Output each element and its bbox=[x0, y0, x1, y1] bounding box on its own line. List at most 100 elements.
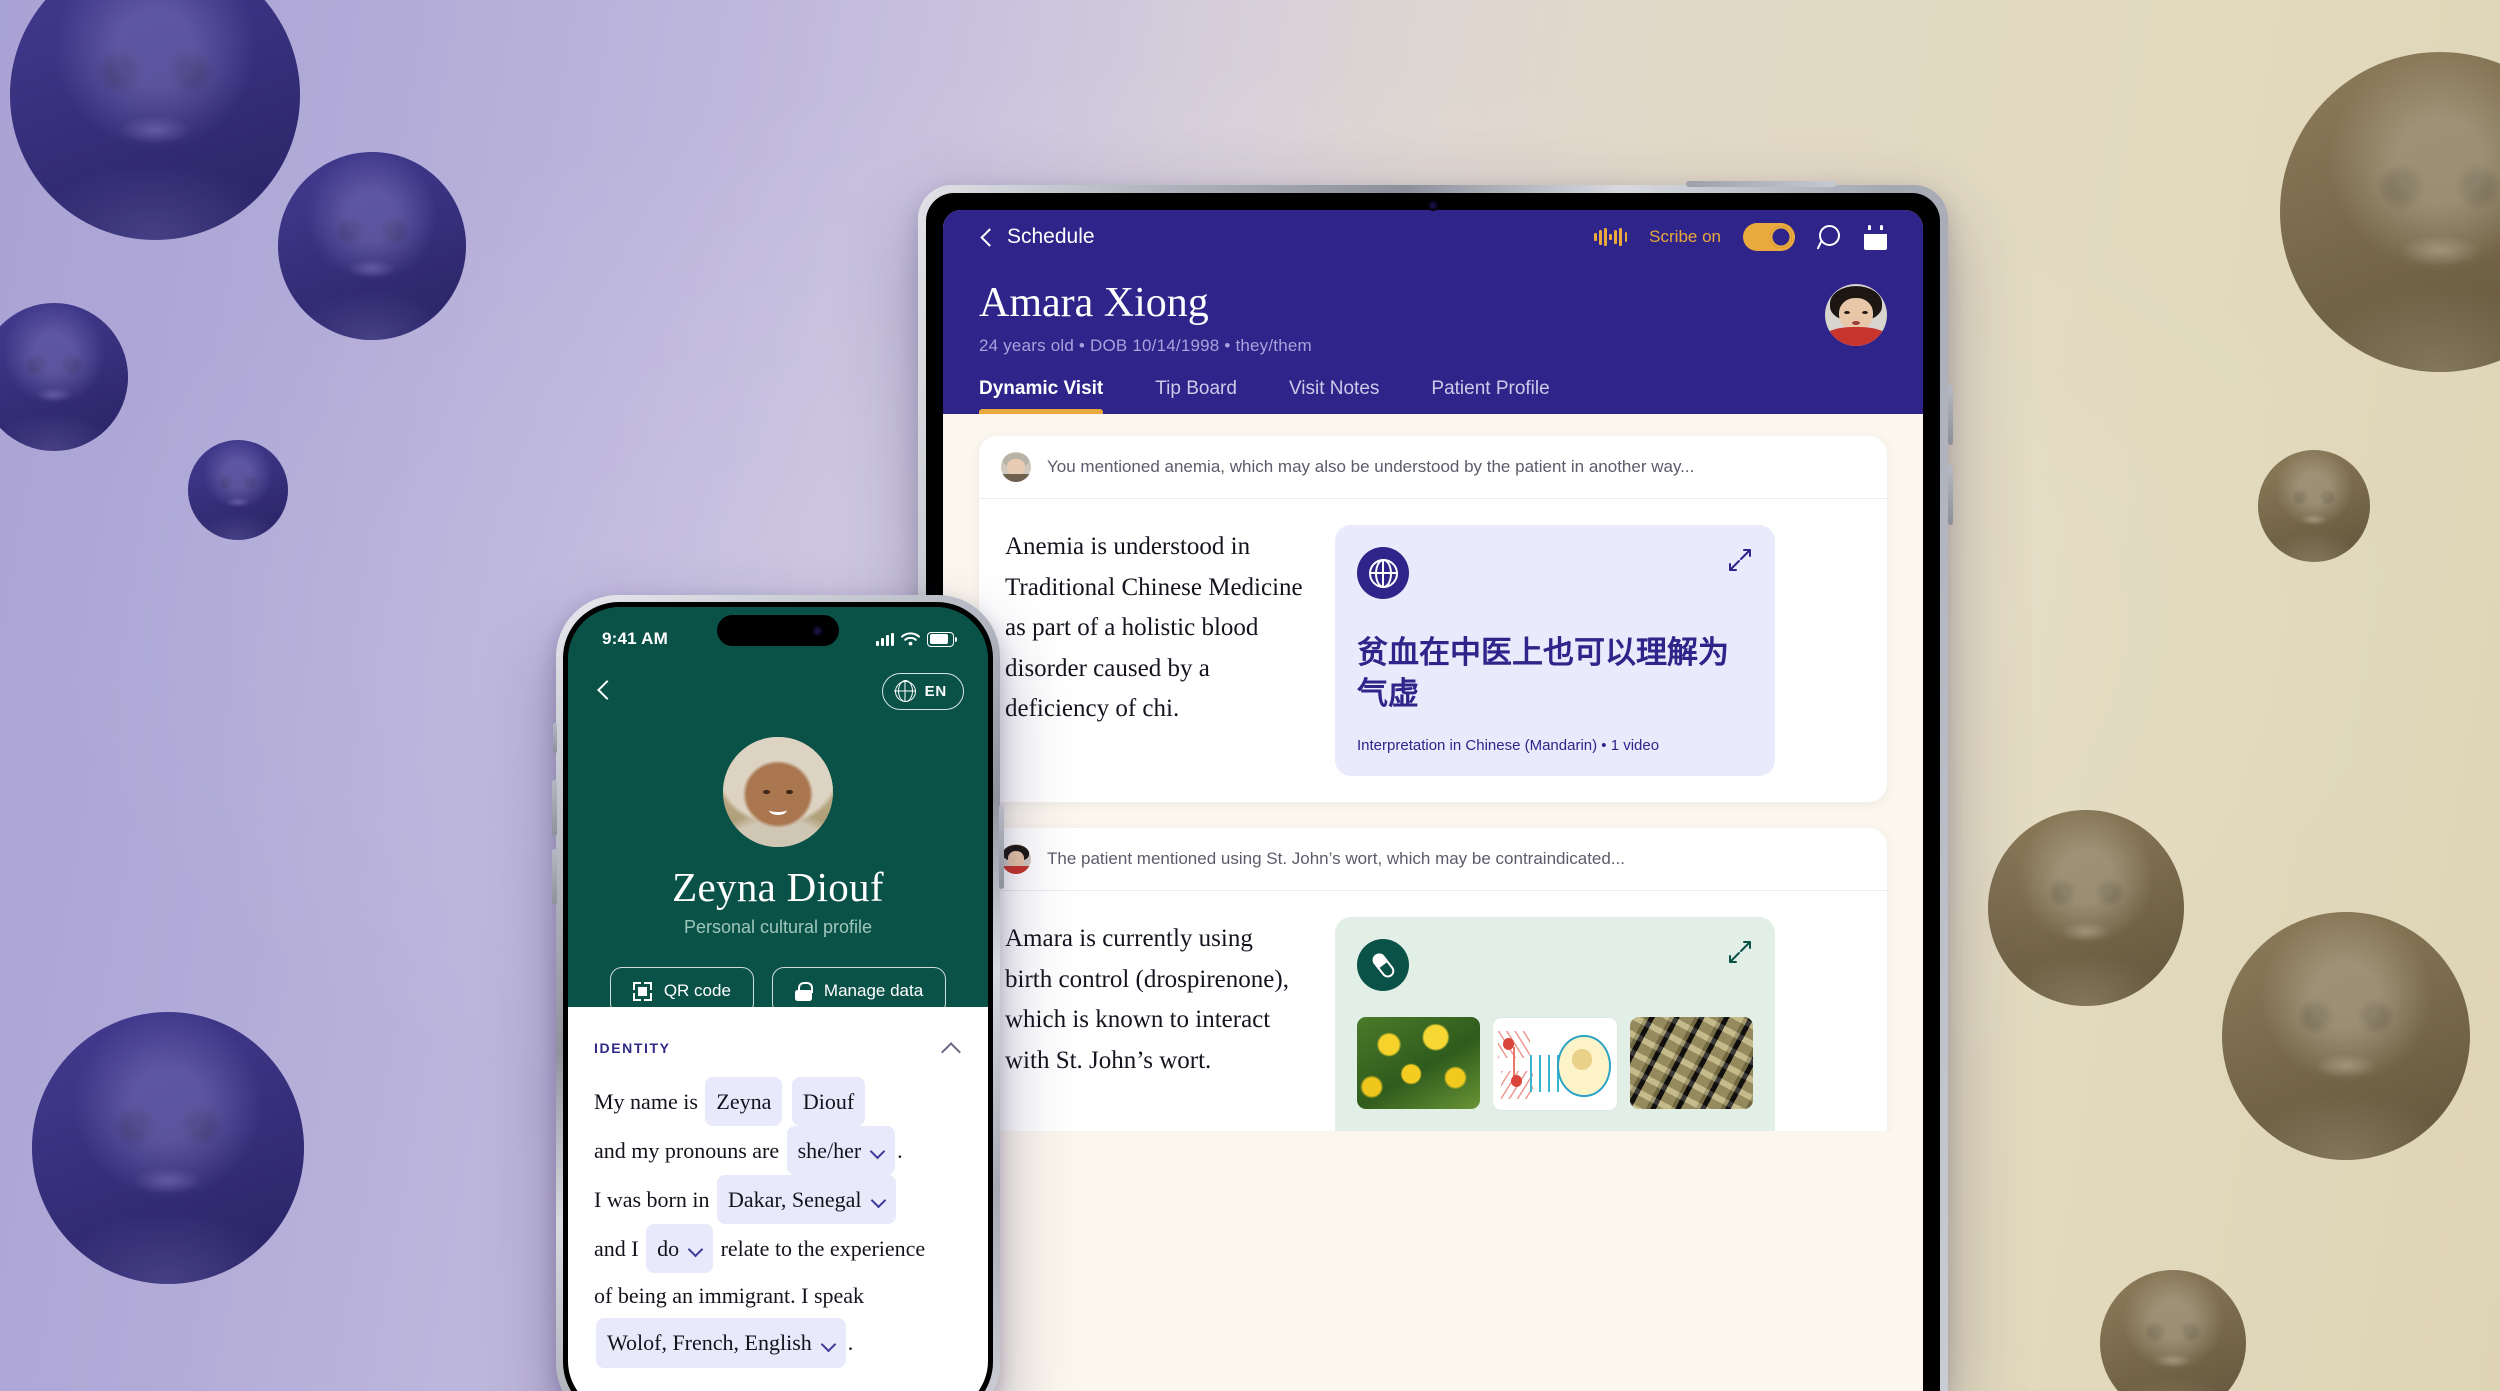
birthplace-prefix-label: I was born in bbox=[594, 1187, 710, 1213]
card-header-text: The patient mentioned using St. John’s w… bbox=[1047, 849, 1626, 868]
neuron-diagram-illustration[interactable] bbox=[1492, 1017, 1618, 1111]
background-portrait-patient-5 bbox=[1988, 810, 2184, 1006]
card-body: Amara is currently using birth control (… bbox=[979, 891, 1887, 1132]
lock-icon bbox=[794, 981, 813, 1001]
tablet-device: Schedule Scribe on Amara Xiong 24 years … bbox=[918, 181, 1953, 1391]
identity-sentence: My name is Zeyna Diouf and my pronouns a… bbox=[594, 1077, 962, 1368]
tablet-volume-down-button[interactable] bbox=[1948, 465, 1953, 525]
language-selector[interactable]: EN bbox=[881, 672, 964, 710]
clinician-avatar bbox=[1001, 452, 1031, 483]
languages-select[interactable]: Wolof, French, English bbox=[596, 1318, 846, 1368]
phone-top-bar: EN bbox=[568, 667, 988, 715]
tablet-volume-up-button[interactable] bbox=[1948, 385, 1953, 445]
translated-text: 贫血在中医上也可以理解为气虚 bbox=[1357, 635, 1729, 713]
language-code: EN bbox=[924, 682, 947, 700]
card-header-text: You mentioned anemia, which may also be … bbox=[1047, 457, 1695, 477]
scene: Schedule Scribe on Amara Xiong 24 years … bbox=[0, 0, 2500, 1391]
insight-card-st-johns-wort[interactable]: The patient mentioned using St. John’s w… bbox=[979, 828, 1887, 1132]
patient-meta: 24 years old • DOB 10/14/1998 • they/the… bbox=[979, 336, 1312, 356]
background-portrait-nurse-1 bbox=[2280, 52, 2500, 372]
tablet-screen: Schedule Scribe on Amara Xiong 24 years … bbox=[943, 210, 1923, 1391]
identity-section-header[interactable]: IDENTITY bbox=[594, 1037, 962, 1059]
tablet-power-button[interactable] bbox=[1686, 181, 1836, 187]
tab-tip-board[interactable]: Tip Board bbox=[1155, 378, 1237, 414]
chevron-left-icon bbox=[979, 229, 995, 245]
background-portrait-clinician-4 bbox=[2100, 1270, 2246, 1391]
background-portrait-patient-2 bbox=[188, 440, 288, 540]
chevron-up-icon[interactable] bbox=[940, 1037, 962, 1059]
pill-icon bbox=[1364, 946, 1402, 984]
wifi-icon bbox=[901, 632, 920, 646]
chevron-down-icon bbox=[871, 1144, 884, 1157]
herb-tile[interactable]: St. John’s wort Hypericum perforatum 2 c… bbox=[1335, 917, 1775, 1132]
card-prose: Anemia is understood in Traditional Chin… bbox=[1005, 533, 1303, 723]
background-portrait-patient-4 bbox=[2258, 450, 2370, 562]
expand-icon[interactable] bbox=[1727, 547, 1753, 573]
audio-waveform-icon bbox=[1594, 228, 1628, 246]
birthplace-select[interactable]: Dakar, Senegal bbox=[716, 1175, 896, 1225]
tablet-nav-row: Schedule Scribe on bbox=[979, 210, 1887, 264]
immigrant-line-label: of being an immigrant. I speak bbox=[594, 1283, 865, 1309]
pronouns-period: . bbox=[897, 1138, 903, 1164]
pronouns-select[interactable]: she/her bbox=[786, 1126, 896, 1176]
relate-value: do bbox=[657, 1236, 680, 1262]
relate-prefix-label: and I bbox=[594, 1236, 639, 1262]
tablet-bezel: Schedule Scribe on Amara Xiong 24 years … bbox=[926, 193, 1940, 1391]
background-portrait-clinician-2 bbox=[0, 303, 128, 451]
patient-summary: Amara Xiong 24 years old • DOB 10/14/199… bbox=[979, 264, 1887, 356]
globe-icon bbox=[1368, 558, 1398, 588]
tab-visit-notes[interactable]: Visit Notes bbox=[1289, 378, 1379, 414]
identity-section-title: IDENTITY bbox=[594, 1040, 671, 1056]
relate-select[interactable]: do bbox=[646, 1224, 714, 1274]
tablet-camera-icon bbox=[1427, 200, 1439, 211]
search-icon[interactable] bbox=[1817, 224, 1842, 250]
dynamic-visit-feed[interactable]: You mentioned anemia, which may also be … bbox=[943, 414, 1923, 1132]
globe-icon bbox=[894, 679, 916, 703]
battery-icon bbox=[927, 631, 957, 647]
globe-badge bbox=[1357, 547, 1409, 600]
card-header: The patient mentioned using St. John’s w… bbox=[979, 828, 1887, 891]
avatar[interactable] bbox=[723, 737, 833, 847]
languages-period: . bbox=[847, 1330, 854, 1356]
status-time: 9:41 AM bbox=[602, 629, 668, 648]
phone-volume-down-button[interactable] bbox=[552, 849, 557, 905]
chevron-down-icon bbox=[689, 1242, 702, 1255]
last-name-field[interactable]: Diouf bbox=[791, 1077, 866, 1127]
tablet-header: Schedule Scribe on Amara Xiong 24 years … bbox=[943, 210, 1923, 415]
avatar[interactable] bbox=[1825, 284, 1887, 346]
back-to-schedule-button[interactable]: Schedule bbox=[979, 225, 1095, 249]
tablet-toolbar: Scribe on bbox=[1594, 223, 1887, 251]
tab-patient-profile[interactable]: Patient Profile bbox=[1431, 378, 1549, 414]
card-body: Anemia is understood in Traditional Chin… bbox=[979, 499, 1887, 802]
insight-card-anemia[interactable]: You mentioned anemia, which may also be … bbox=[979, 436, 1887, 802]
birthplace-value: Dakar, Senegal bbox=[727, 1187, 862, 1213]
phone-device: 9:41 AM EN Zeyna Diouf Personal cultural… bbox=[552, 595, 1004, 1391]
profile-name: Zeyna Diouf bbox=[672, 864, 884, 910]
translation-caption: Interpretation in Chinese (Mandarin) • 1… bbox=[1357, 737, 1660, 754]
calendar-icon[interactable] bbox=[1864, 224, 1887, 250]
pill-badge bbox=[1357, 939, 1409, 991]
background-portrait-clinician-3 bbox=[2222, 912, 2470, 1160]
qr-code-label: QR code bbox=[663, 981, 731, 1000]
qr-code-icon bbox=[632, 981, 652, 1001]
background-portrait-patient-1 bbox=[278, 152, 466, 340]
card-header: You mentioned anemia, which may also be … bbox=[979, 436, 1887, 500]
chevron-down-icon bbox=[822, 1337, 835, 1350]
interpretation-tile[interactable]: 贫血在中医上也可以理解为气虚 Interpretation in Chinese… bbox=[1335, 525, 1775, 776]
herbal-capsules-photo[interactable] bbox=[1629, 1017, 1753, 1109]
identity-section[interactable]: IDENTITY My name is Zeyna Diouf and my p… bbox=[568, 1007, 988, 1391]
tab-bar: Dynamic Visit Tip Board Visit Notes Pati… bbox=[979, 356, 1887, 415]
phone-silent-switch[interactable] bbox=[553, 723, 557, 753]
st-johns-wort-flower-photo[interactable] bbox=[1357, 1017, 1481, 1109]
first-name-field[interactable]: Zeyna bbox=[705, 1077, 783, 1127]
background-portrait-clinician-1 bbox=[10, 0, 300, 240]
chevron-left-icon[interactable] bbox=[592, 679, 616, 703]
phone-volume-up-button[interactable] bbox=[552, 780, 557, 836]
phone-screen: 9:41 AM EN Zeyna Diouf Personal cultural… bbox=[568, 607, 988, 1391]
tab-dynamic-visit[interactable]: Dynamic Visit bbox=[979, 378, 1104, 415]
profile-subtitle: Personal cultural profile bbox=[683, 917, 873, 937]
expand-icon[interactable] bbox=[1727, 939, 1753, 965]
scribe-toggle[interactable] bbox=[1743, 223, 1795, 251]
chevron-down-icon bbox=[872, 1193, 885, 1206]
phone-power-button[interactable] bbox=[999, 805, 1004, 889]
